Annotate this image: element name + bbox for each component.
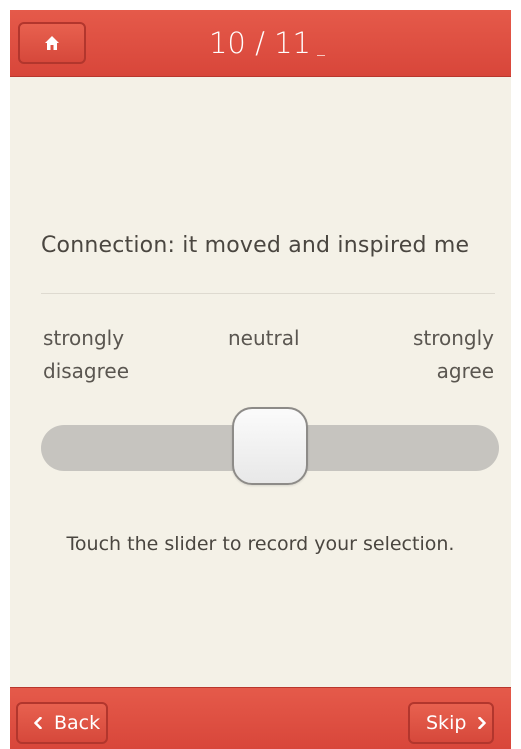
chevron-left-icon xyxy=(34,717,42,729)
scale-label-left-word-1: strongly xyxy=(43,326,125,350)
skip-label: Skip xyxy=(426,712,467,734)
bottom-bar: Back Skip xyxy=(10,687,511,749)
slider-thumb[interactable] xyxy=(232,407,308,485)
home-icon xyxy=(45,36,59,50)
skip-button[interactable]: Skip xyxy=(408,702,494,744)
back-label: Back xyxy=(54,712,101,734)
scale-label-left-word-2: disagree xyxy=(43,359,130,383)
question-text: Connection: it moved and inspired me xyxy=(41,233,470,258)
scale-label-strongly-disagree: strongly disagree xyxy=(43,322,129,388)
top-bar: 10 / 11 xyxy=(10,10,511,77)
home-button[interactable] xyxy=(18,22,86,64)
scale-label-right-word-1: strongly xyxy=(412,326,494,350)
scale-label-right-word-2: agree xyxy=(436,359,494,383)
app-screen: 10 / 11 Connection: it moved and inspire… xyxy=(10,10,511,749)
instruction-text: Touch the slider to record your selectio… xyxy=(66,533,455,555)
scale-label-neutral: neutral xyxy=(228,326,300,350)
scale-label-strongly-agree: strongly agree xyxy=(413,322,494,388)
chevron-right-icon xyxy=(478,717,487,729)
divider xyxy=(41,293,495,294)
progress-counter: 10 / 11 xyxy=(208,26,311,60)
text-cursor xyxy=(317,55,325,56)
back-button[interactable]: Back xyxy=(16,702,108,744)
